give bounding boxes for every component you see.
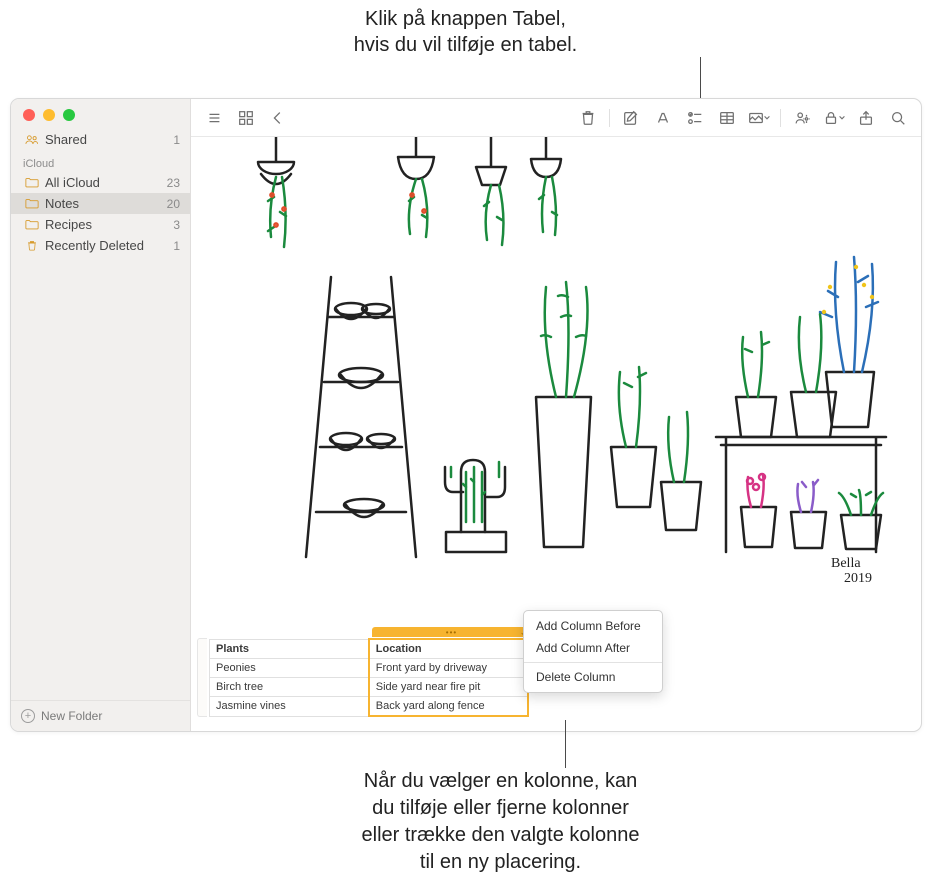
callout-top: Klik på knappen Tabel, hvis du vil tilfø… bbox=[0, 6, 931, 58]
callout-bottom-line1: Når du vælger en kolonne, kan bbox=[160, 768, 841, 795]
table-header-cell[interactable]: Plants bbox=[210, 639, 369, 659]
table-header-cell[interactable]: Location bbox=[369, 639, 528, 659]
table-cell[interactable]: Back yard along fence bbox=[369, 697, 528, 717]
table-row[interactable]: Jasmine vines Back yard along fence bbox=[210, 697, 529, 717]
new-folder-label: New Folder bbox=[41, 709, 102, 723]
zoom-window-button[interactable] bbox=[63, 109, 75, 121]
lock-button[interactable] bbox=[819, 105, 849, 131]
callout-line-bottom bbox=[565, 720, 566, 768]
table-row[interactable]: Birch tree Side yard near fire pit bbox=[210, 678, 529, 697]
table-cell[interactable]: Jasmine vines bbox=[210, 697, 369, 717]
menu-separator bbox=[524, 662, 662, 663]
sidebar-item-recipes[interactable]: Recipes 3 bbox=[11, 214, 190, 235]
sidebar-shared-label: Shared bbox=[45, 132, 87, 147]
table-row[interactable]: Plants Location bbox=[210, 639, 529, 659]
app-window: Shared 1 iCloud All iCloud 23 Notes 20 bbox=[10, 98, 922, 732]
grid-view-button[interactable] bbox=[231, 105, 261, 131]
sidebar-item-count: 3 bbox=[173, 218, 180, 232]
callout-bottom-line4: til en ny placering. bbox=[160, 849, 841, 876]
sidebar-item-count: 20 bbox=[167, 197, 180, 211]
media-button[interactable] bbox=[744, 105, 774, 131]
sidebar: Shared 1 iCloud All iCloud 23 Notes 20 bbox=[11, 99, 191, 731]
search-button[interactable] bbox=[883, 105, 913, 131]
share-button[interactable] bbox=[851, 105, 881, 131]
trash-icon bbox=[25, 240, 39, 251]
sidebar-item-count: 23 bbox=[167, 176, 180, 190]
people-icon bbox=[25, 134, 39, 145]
table-column-handle[interactable]: ••• ⌄ bbox=[372, 627, 531, 637]
table-cell[interactable]: Birch tree bbox=[210, 678, 369, 697]
drawing-signature-name: Bella bbox=[831, 556, 861, 571]
close-window-button[interactable] bbox=[23, 109, 35, 121]
sidebar-section-icloud: iCloud bbox=[11, 150, 190, 172]
toolbar bbox=[191, 99, 921, 137]
note-content: Bella 2019 ••• ⌄ Plants Location bbox=[191, 137, 921, 731]
folder-icon bbox=[25, 219, 39, 230]
sidebar-shared-count: 1 bbox=[173, 133, 180, 147]
column-context-menu: Add Column Before Add Column After Delet… bbox=[523, 610, 663, 693]
callout-bottom-line2: du tilføje eller fjerne kolonner bbox=[160, 795, 841, 822]
menu-item-add-column-before[interactable]: Add Column Before bbox=[524, 615, 662, 637]
format-button[interactable] bbox=[648, 105, 678, 131]
sidebar-item-all-icloud[interactable]: All iCloud 23 bbox=[11, 172, 190, 193]
table-cell[interactable]: Side yard near fire pit bbox=[369, 678, 528, 697]
menu-item-add-column-after[interactable]: Add Column After bbox=[524, 637, 662, 659]
folder-icon bbox=[25, 198, 39, 209]
note-drawing: Bella 2019 bbox=[216, 137, 896, 587]
delete-button[interactable] bbox=[573, 105, 603, 131]
list-view-button[interactable] bbox=[199, 105, 229, 131]
new-folder-button[interactable]: + New Folder bbox=[11, 700, 190, 731]
window-controls bbox=[11, 99, 190, 129]
sidebar-item-label: Recipes bbox=[45, 217, 92, 232]
grip-icon: ••• bbox=[446, 628, 457, 637]
sidebar-item-shared[interactable]: Shared 1 bbox=[11, 129, 190, 150]
sidebar-item-label: Recently Deleted bbox=[45, 238, 144, 253]
minimize-window-button[interactable] bbox=[43, 109, 55, 121]
sidebar-item-label: All iCloud bbox=[45, 175, 100, 190]
sidebar-item-label: Notes bbox=[45, 196, 79, 211]
table-cell[interactable]: Peonies bbox=[210, 659, 369, 678]
compose-button[interactable] bbox=[616, 105, 646, 131]
plus-icon: + bbox=[21, 709, 35, 723]
checklist-button[interactable] bbox=[680, 105, 710, 131]
sidebar-item-count: 1 bbox=[173, 239, 180, 253]
sidebar-item-recently-deleted[interactable]: Recently Deleted 1 bbox=[11, 235, 190, 256]
collaborate-button[interactable] bbox=[787, 105, 817, 131]
back-button[interactable] bbox=[263, 105, 293, 131]
note-table[interactable]: ••• ⌄ Plants Location Peonies Front yard… bbox=[209, 638, 529, 717]
table-cell[interactable]: Front yard by driveway bbox=[369, 659, 528, 678]
folder-icon bbox=[25, 177, 39, 188]
drawing-signature-year: 2019 bbox=[844, 571, 872, 586]
callout-bottom-line3: eller trække den valgte kolonne bbox=[160, 822, 841, 849]
menu-item-delete-column[interactable]: Delete Column bbox=[524, 666, 662, 688]
callout-top-line2: hvis du vil tilføje en tabel. bbox=[0, 32, 931, 58]
sidebar-item-notes[interactable]: Notes 20 bbox=[11, 193, 190, 214]
callout-bottom: Når du vælger en kolonne, kan du tilføje… bbox=[160, 768, 841, 876]
main-area: Bella 2019 ••• ⌄ Plants Location bbox=[191, 99, 921, 731]
table-row-handle[interactable] bbox=[197, 638, 207, 717]
callout-top-line1: Klik på knappen Tabel, bbox=[0, 6, 931, 32]
table-row[interactable]: Peonies Front yard by driveway bbox=[210, 659, 529, 678]
table-button[interactable] bbox=[712, 105, 742, 131]
callout-line-top bbox=[700, 57, 701, 99]
